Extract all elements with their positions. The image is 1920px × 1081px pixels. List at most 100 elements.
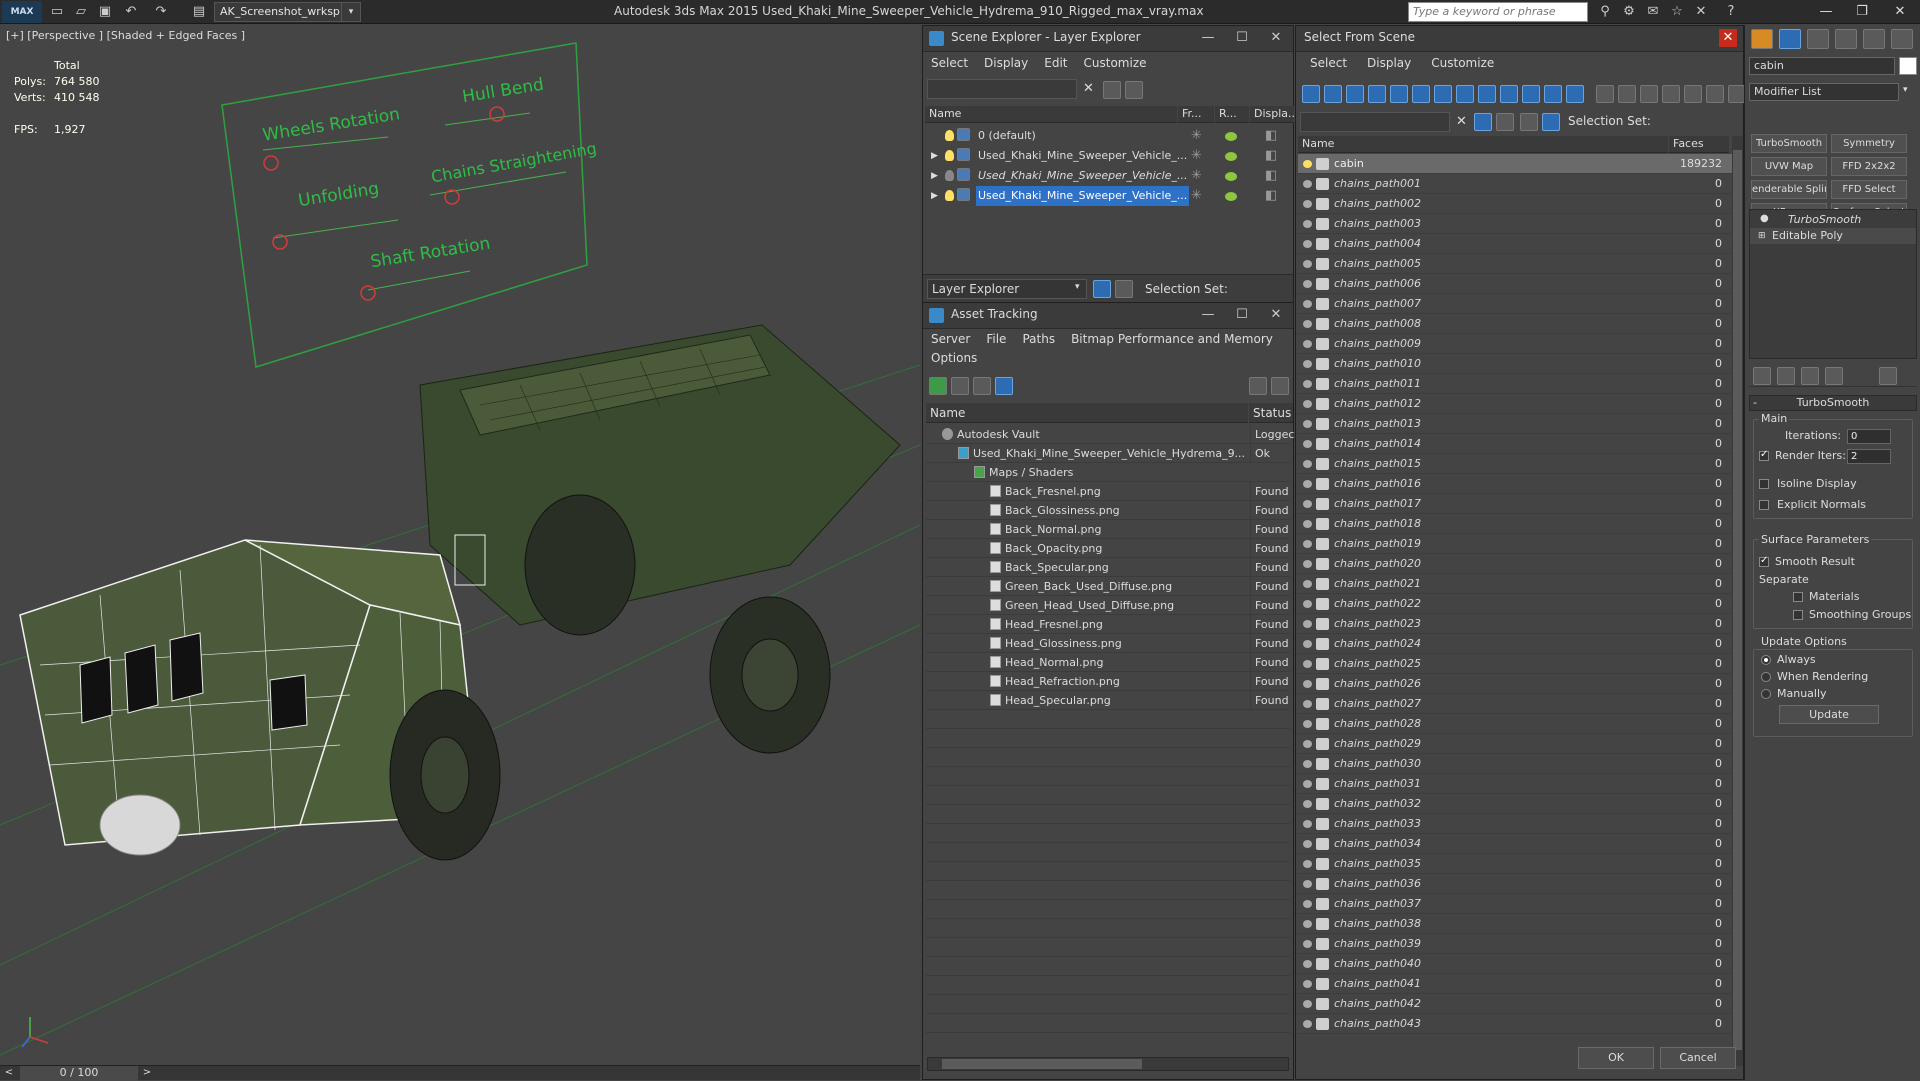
object-row[interactable]: chains_path029 0 xyxy=(1298,734,1732,754)
save-file-icon[interactable]: ▣ xyxy=(96,3,114,21)
layer-name[interactable]: 0 (default) xyxy=(976,126,1038,146)
render-teapot-icon[interactable] xyxy=(1225,172,1237,181)
object-row[interactable]: chains_path038 0 xyxy=(1298,914,1732,934)
visibility-icon[interactable] xyxy=(1303,900,1312,908)
object-row[interactable]: chains_path040 0 xyxy=(1298,954,1732,974)
object-row[interactable]: chains_path039 0 xyxy=(1298,934,1732,954)
asset-row[interactable]: Back_Fresnel.png Found xyxy=(926,482,1290,501)
layer-explorer-icon[interactable] xyxy=(1093,280,1111,298)
asset-row[interactable] xyxy=(926,976,1290,995)
asset-row[interactable] xyxy=(926,748,1290,767)
show-end-result-icon[interactable] xyxy=(1777,367,1795,385)
visibility-icon[interactable] xyxy=(1303,580,1312,588)
close-icon[interactable]: ✕ xyxy=(1719,29,1737,47)
cameras-filter-icon[interactable] xyxy=(1390,85,1408,103)
subscription-icon[interactable]: ⚙ xyxy=(1620,3,1638,21)
help-icon[interactable] xyxy=(1249,377,1267,395)
close-icon[interactable]: ✕ xyxy=(1886,2,1914,22)
object-list-scrollbar[interactable] xyxy=(1732,136,1743,1066)
timeline-prev-button[interactable]: < xyxy=(2,1066,16,1081)
asset-row[interactable]: Maps / Shaders xyxy=(926,463,1290,482)
object-row[interactable]: chains_path005 0 xyxy=(1298,254,1732,274)
smooth-result-checkbox[interactable] xyxy=(1759,555,1769,567)
clear-search-icon[interactable]: ✕ xyxy=(1456,114,1467,129)
filter-active-icon[interactable] xyxy=(1474,113,1492,131)
asset-row[interactable] xyxy=(926,862,1290,881)
asset-row[interactable] xyxy=(926,729,1290,748)
layer-name[interactable]: Used_Khaki_Mine_Sweeper_Vehicle_... xyxy=(976,146,1189,166)
menu-server[interactable]: Server xyxy=(931,332,970,346)
minimize-icon[interactable]: — xyxy=(1197,28,1219,48)
asset-row[interactable]: Used_Khaki_Mine_Sweeper_Vehicle_Hydrema_… xyxy=(926,444,1290,463)
object-row[interactable]: chains_path024 0 xyxy=(1298,634,1732,654)
plus-icon[interactable]: ⊞ xyxy=(1758,231,1766,241)
menu-file[interactable]: File xyxy=(986,332,1006,346)
column-display[interactable]: Displa... xyxy=(1250,106,1294,123)
asset-row[interactable]: Head_Refraction.png Found xyxy=(926,672,1290,691)
asset-row[interactable]: Back_Specular.png Found xyxy=(926,558,1290,577)
visibility-icon[interactable] xyxy=(1303,1000,1312,1008)
visibility-icon[interactable] xyxy=(1303,780,1312,788)
ok-button[interactable]: OK xyxy=(1578,1047,1654,1069)
freeze-icon[interactable]: ✳ xyxy=(1191,146,1202,166)
render-iters-checkbox[interactable] xyxy=(1759,449,1769,461)
object-row[interactable]: chains_path030 0 xyxy=(1298,754,1732,774)
visibility-icon[interactable] xyxy=(1303,460,1312,468)
visibility-icon[interactable] xyxy=(1303,520,1312,528)
layer-row[interactable]: ▶ Used_Khaki_Mine_Sweeper_Vehicle_... ✳ ◧ xyxy=(923,166,1293,186)
scene-explorer-search-input[interactable] xyxy=(927,79,1077,99)
visibility-icon[interactable] xyxy=(1303,400,1312,408)
visibility-icon[interactable] xyxy=(1303,320,1312,328)
containers-filter-icon[interactable] xyxy=(1522,85,1540,103)
asset-row[interactable]: Back_Normal.png Found xyxy=(926,520,1290,539)
asset-horizontal-scrollbar[interactable] xyxy=(927,1057,1289,1071)
refresh-icon[interactable] xyxy=(929,377,947,395)
object-row[interactable]: chains_path036 0 xyxy=(1298,874,1732,894)
display-all-icon[interactable] xyxy=(1302,85,1320,103)
command-panel[interactable]: cabin Modifier List ▾ TurboSmooth Symmetr… xyxy=(1744,25,1920,1080)
freeze-icon[interactable]: ✳ xyxy=(1191,186,1202,206)
visibility-icon[interactable] xyxy=(1303,740,1312,748)
stack-item-turbosmooth[interactable]: TurboSmooth xyxy=(1750,212,1916,228)
modifier-button[interactable]: UVW Map xyxy=(1751,157,1827,176)
object-row[interactable]: chains_path006 0 xyxy=(1298,274,1732,294)
pin-stack-icon[interactable] xyxy=(1753,367,1771,385)
object-row[interactable]: chains_path022 0 xyxy=(1298,594,1732,614)
minimize-icon[interactable]: — xyxy=(1197,305,1219,325)
asset-row[interactable] xyxy=(926,1014,1290,1033)
visibility-icon[interactable] xyxy=(1303,800,1312,808)
visibility-icon[interactable] xyxy=(1303,220,1312,228)
visibility-icon[interactable] xyxy=(1303,620,1312,628)
object-row[interactable]: chains_path034 0 xyxy=(1298,834,1732,854)
object-row[interactable]: chains_path028 0 xyxy=(1298,714,1732,734)
object-row[interactable]: chains_path002 0 xyxy=(1298,194,1732,214)
table-view-icon[interactable] xyxy=(995,377,1013,395)
asset-row[interactable]: Head_Fresnel.png Found xyxy=(926,615,1290,634)
open-file-icon[interactable]: ▱ xyxy=(72,3,90,21)
materials-checkbox[interactable] xyxy=(1793,592,1803,602)
viewport-label[interactable]: [+] [Perspective ] [Shaded + Edged Faces… xyxy=(6,29,245,42)
object-row[interactable]: chains_path035 0 xyxy=(1298,854,1732,874)
visibility-icon[interactable] xyxy=(1303,540,1312,548)
restore-icon[interactable]: ❐ xyxy=(1848,2,1876,22)
object-row[interactable]: chains_path026 0 xyxy=(1298,674,1732,694)
object-row[interactable]: chains_path012 0 xyxy=(1298,394,1732,414)
menu-customize[interactable]: Customize xyxy=(1431,56,1494,70)
undo-icon[interactable]: ↶ xyxy=(122,3,140,21)
column-freeze[interactable]: Fr... xyxy=(1178,106,1214,123)
shapes-filter-icon[interactable] xyxy=(1346,85,1364,103)
object-row[interactable]: chains_path014 0 xyxy=(1298,434,1732,454)
menu-edit[interactable]: Edit xyxy=(1044,56,1067,70)
object-row[interactable]: chains_path042 0 xyxy=(1298,994,1732,1014)
object-row[interactable]: chains_path009 0 xyxy=(1298,334,1732,354)
hierarchy-icon[interactable] xyxy=(1115,280,1133,298)
layer-add-icon[interactable] xyxy=(1125,81,1143,99)
exchange-icon[interactable]: ✕ xyxy=(1692,3,1710,21)
layer-row[interactable]: 0 (default) ✳ ◧ xyxy=(923,126,1293,146)
modifier-button[interactable]: FFD 2x2x2 xyxy=(1831,157,1907,176)
object-row[interactable]: chains_path031 0 xyxy=(1298,774,1732,794)
layer-row[interactable]: ▶ Used_Khaki_Mine_Sweeper_Vehicle_... ✳ ◧ xyxy=(923,186,1293,206)
hierarchy-icon[interactable] xyxy=(1542,113,1560,131)
lightbulb-icon[interactable] xyxy=(945,150,954,161)
isoline-display-checkbox[interactable] xyxy=(1759,479,1769,489)
